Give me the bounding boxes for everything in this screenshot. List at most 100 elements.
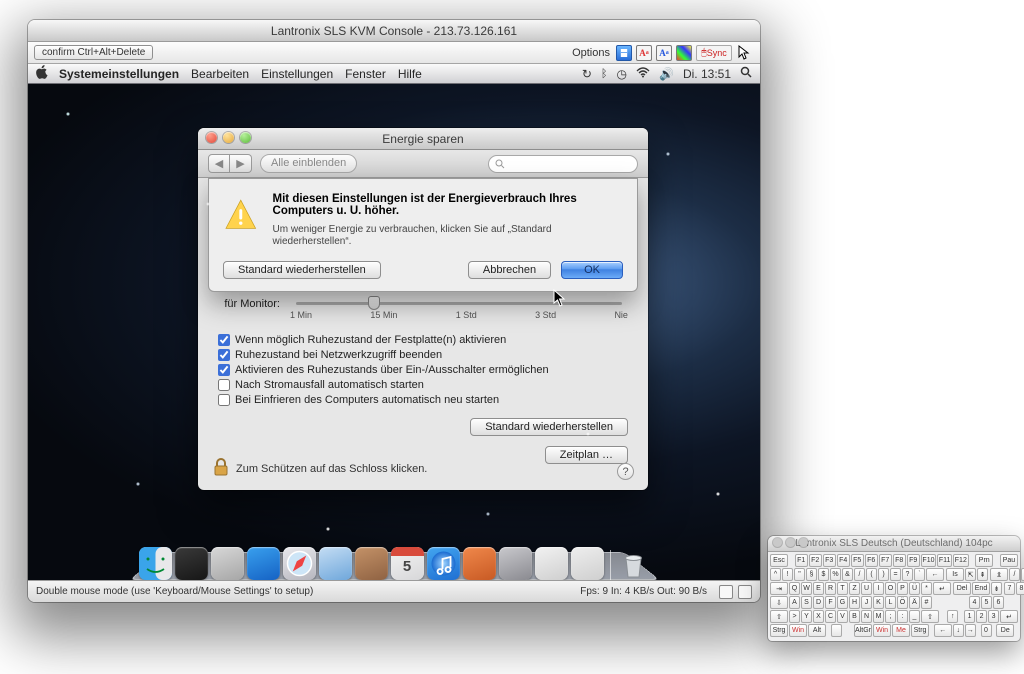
sheet-ok-button[interactable]: OK: [561, 261, 623, 279]
menubar-clock[interactable]: Di. 13:51: [683, 67, 731, 81]
volume-icon[interactable]: 🔊: [659, 67, 674, 81]
key-4[interactable]: 4: [969, 596, 980, 609]
dock-mail-icon[interactable]: [319, 547, 352, 580]
key-"[interactable]: ": [794, 568, 805, 581]
forward-button[interactable]: ▶: [230, 154, 252, 173]
close-button[interactable]: [206, 132, 217, 143]
key-de[interactable]: De: [996, 624, 1014, 637]
key-alt[interactable]: Alt: [808, 624, 826, 637]
key-win[interactable]: Win: [789, 624, 807, 637]
key-?[interactable]: ?: [902, 568, 913, 581]
key-↵[interactable]: ↵: [1000, 610, 1018, 623]
zoom-button[interactable]: [240, 132, 251, 143]
palette-icon[interactable]: [676, 45, 692, 61]
key-strg[interactable]: Strg: [911, 624, 929, 637]
confirm-ctrl-alt-del-button[interactable]: confirm Ctrl+Alt+Delete: [34, 45, 153, 60]
show-all-button[interactable]: Alle einblenden: [260, 154, 357, 173]
mac-menubar[interactable]: Systemeinstellungen Bearbeiten Einstellu…: [28, 64, 760, 84]
key-←[interactable]: ←: [934, 624, 952, 637]
key-f6[interactable]: F6: [865, 554, 878, 567]
key-ä[interactable]: Ä: [909, 596, 920, 609]
key-d[interactable]: D: [813, 596, 824, 609]
options-menu[interactable]: Options: [572, 47, 610, 59]
keyboard-titlebar[interactable]: Lantronix SLS Deutsch (Deutschland) 104p…: [768, 536, 1020, 552]
virtual-keyboard-window[interactable]: Lantronix SLS Deutsch (Deutschland) 104p…: [768, 536, 1020, 641]
desktop[interactable]: Energie sparen ◀ ▶ Alle einblenden für M…: [28, 84, 760, 580]
key-#[interactable]: #: [921, 596, 932, 609]
key-f5[interactable]: F5: [851, 554, 864, 567]
key-([interactable]: (: [866, 568, 877, 581]
key-u[interactable]: U: [861, 582, 872, 595]
key-8[interactable]: 8: [1016, 582, 1024, 595]
menu-einstellungen[interactable]: Einstellungen: [261, 67, 333, 81]
checkbox-input[interactable]: [218, 334, 230, 346]
key-/[interactable]: /: [854, 568, 865, 581]
key-j[interactable]: J: [861, 596, 872, 609]
key-o[interactable]: O: [885, 582, 896, 595]
dock-ical-icon[interactable]: 5: [391, 547, 424, 580]
key-![interactable]: !: [782, 568, 793, 581]
dock-trash-icon[interactable]: [617, 547, 650, 580]
key-f11[interactable]: F11: [937, 554, 952, 567]
key-me[interactable]: Me: [892, 624, 910, 637]
key-5[interactable]: 5: [981, 596, 992, 609]
key-prn[interactable]: Prn: [975, 554, 993, 567]
bluetooth-icon[interactable]: ᛒ: [601, 68, 608, 80]
kb-close-button[interactable]: [773, 538, 782, 547]
key-*[interactable]: *: [921, 582, 932, 595]
app-menu[interactable]: Systemeinstellungen: [59, 67, 179, 81]
checkbox-input[interactable]: [218, 379, 230, 391]
key-x[interactable]: X: [813, 610, 824, 623]
key-↓[interactable]: ↓: [953, 624, 964, 637]
dock-itunes-icon[interactable]: [427, 547, 460, 580]
key-space[interactable]: [831, 624, 842, 637]
key-i[interactable]: I: [873, 582, 884, 595]
energy-checkbox-4[interactable]: Bei Einfrieren des Computers automatisch…: [218, 394, 628, 406]
spotlight-icon[interactable]: [740, 66, 752, 81]
energy-checkbox-2[interactable]: Aktivieren des Ruhezustands über Ein-/Au…: [218, 364, 628, 376]
key->[interactable]: >: [789, 610, 800, 623]
restore-defaults-button[interactable]: Standard wiederherstellen: [470, 418, 628, 436]
key-is[interactable]: Is: [946, 568, 964, 581]
dock-preview-icon[interactable]: [571, 547, 604, 580]
key-n[interactable]: N: [861, 610, 872, 623]
checkbox-input[interactable]: [218, 364, 230, 376]
cursor-icon[interactable]: [736, 45, 754, 61]
key-del[interactable]: Del: [953, 582, 971, 595]
checkbox-input[interactable]: [218, 349, 230, 361]
key-⇧[interactable]: ⇧: [921, 610, 939, 623]
monitor-sleep-slider[interactable]: [296, 302, 622, 305]
apple-menu-icon[interactable]: [36, 65, 49, 82]
key-h[interactable]: H: [849, 596, 860, 609]
key-q[interactable]: Q: [789, 582, 800, 595]
energy-checkbox-1[interactable]: Ruhezustand bei Netzwerkzugriff beenden: [218, 349, 628, 361]
kb-zoom-button[interactable]: [799, 538, 808, 547]
minimize-button[interactable]: [223, 132, 234, 143]
key-7[interactable]: 7: [1004, 582, 1015, 595]
checkbox-input[interactable]: [218, 394, 230, 406]
monitor-status-icon[interactable]: [719, 585, 733, 599]
pref-titlebar[interactable]: Energie sparen: [198, 128, 648, 150]
key-r[interactable]: R: [825, 582, 836, 595]
key-↵[interactable]: ↵: [933, 582, 951, 595]
key-2[interactable]: 2: [976, 610, 987, 623]
key-altgr[interactable]: AltGr: [854, 624, 872, 637]
key-f1[interactable]: F1: [795, 554, 808, 567]
key-s[interactable]: S: [801, 596, 812, 609]
dock-finder-icon[interactable]: [139, 547, 172, 580]
key-_[interactable]: _: [909, 610, 920, 623]
help-button[interactable]: ?: [617, 463, 634, 480]
key-ü[interactable]: Ü: [909, 582, 920, 595]
key-$[interactable]: $: [818, 568, 829, 581]
key-:[interactable]: :: [897, 610, 908, 623]
key-^[interactable]: ^: [770, 568, 781, 581]
key-⇥[interactable]: ⇥: [770, 582, 788, 595]
key-←[interactable]: ←: [926, 568, 944, 581]
key-z[interactable]: Z: [849, 582, 860, 595]
key-=[interactable]: =: [890, 568, 901, 581]
key-f7[interactable]: F7: [879, 554, 892, 567]
energy-checkbox-0[interactable]: Wenn möglich Ruhezustand der Festplatte(…: [218, 334, 628, 346]
timemachine-icon[interactable]: ◷: [617, 67, 627, 81]
key-↑[interactable]: ↑: [947, 610, 958, 623]
dock-safari-icon[interactable]: [283, 547, 316, 580]
